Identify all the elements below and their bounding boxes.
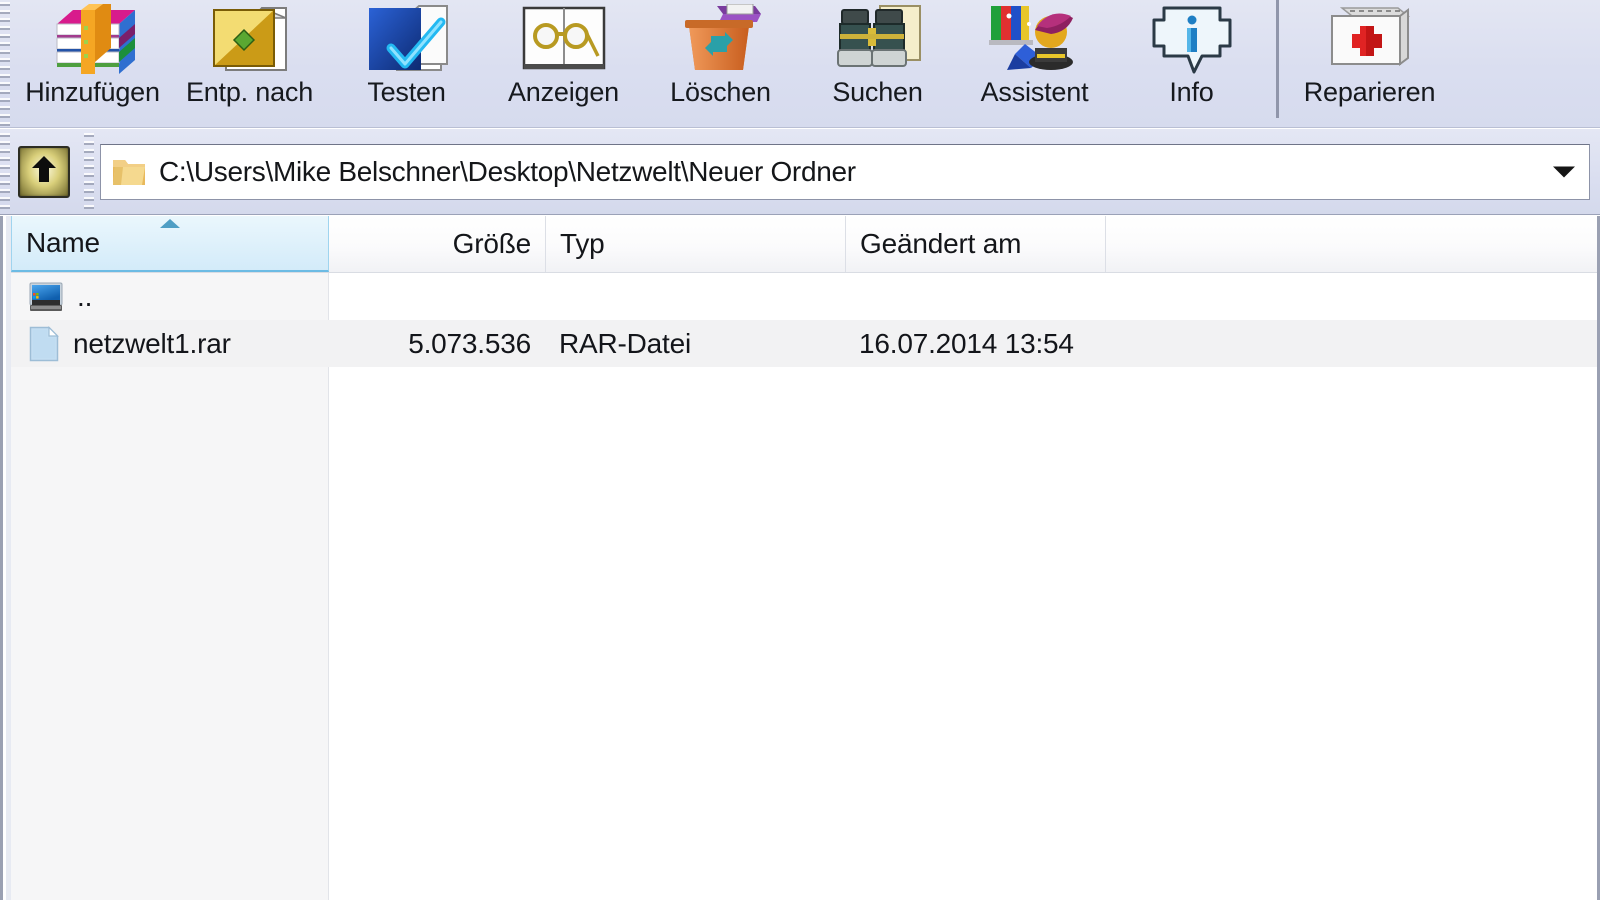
- cell-size: 5.073.536: [408, 327, 531, 359]
- column-header-type[interactable]: Typ: [546, 216, 846, 272]
- address-path-text: C:\Users\Mike Belschner\Desktop\Netzwelt…: [159, 155, 856, 187]
- desktop-parent-folder-icon: [29, 281, 63, 313]
- column-header-modified[interactable]: Geändert am: [846, 216, 1106, 272]
- up-one-level-button[interactable]: [18, 145, 70, 198]
- address-path-combobox[interactable]: C:\Users\Mike Belschner\Desktop\Netzwelt…: [100, 143, 1590, 200]
- toolbar-button-view-label: Anzeigen: [508, 77, 619, 107]
- file-list-rows: .. netzwelt1.rar 5.073.536 RAR-Datei 16.…: [11, 273, 1597, 900]
- toolbar-button-wizard[interactable]: Assistent: [956, 0, 1113, 120]
- folder-icon: [111, 156, 147, 188]
- column-header-size-label: Größe: [452, 228, 532, 259]
- toolbar-button-wizard-label: Assistent: [980, 77, 1089, 107]
- column-header-filler[interactable]: [1106, 216, 1597, 272]
- addressbar-drag-grip-left[interactable]: [0, 132, 10, 211]
- cell-name: netzwelt1.rar: [11, 320, 328, 367]
- toolbar-button-view[interactable]: Anzeigen: [485, 0, 642, 120]
- up-folder-arrow-icon: [27, 152, 61, 191]
- info-balloon-icon: [1142, 3, 1242, 77]
- toolbar-button-find-label: Suchen: [832, 77, 923, 107]
- toolbar-button-add-label: Hinzufügen: [25, 77, 160, 107]
- column-header-type-label: Typ: [560, 228, 605, 259]
- addressbar-drag-grip-right[interactable]: [84, 132, 94, 211]
- address-toolbar: C:\Users\Mike Belschner\Desktop\Netzwelt…: [0, 129, 1600, 215]
- toolbar-drag-grip[interactable]: [0, 2, 10, 126]
- toolbar-button-delete[interactable]: Löschen: [642, 0, 799, 120]
- toolbar-button-extract-to-label: Entp. nach: [185, 77, 314, 107]
- toolbar-button-delete-label: Löschen: [670, 77, 771, 107]
- delete-trash-icon: [671, 3, 771, 77]
- column-header-name[interactable]: Name: [11, 216, 329, 272]
- toolbar-separator: [1276, 0, 1279, 118]
- chevron-down-icon[interactable]: [1553, 166, 1575, 177]
- find-binoculars-icon: [828, 3, 928, 77]
- repair-firstaid-icon: [1320, 3, 1420, 77]
- cell-size: [328, 273, 545, 320]
- table-row[interactable]: ..: [11, 273, 1597, 320]
- toolbar-button-info-label: Info: [1169, 77, 1214, 107]
- file-list-panel: Name Größe Typ Geändert am .. netzwelt1.…: [0, 216, 1600, 900]
- file-document-icon: [29, 325, 59, 362]
- main-toolbar: Hinzufügen Entp. nach Testen Anzeigen Lö…: [0, 0, 1600, 128]
- toolbar-button-add[interactable]: Hinzufügen: [14, 0, 171, 120]
- cell-modified: [845, 273, 1105, 320]
- column-header-size[interactable]: Größe: [329, 216, 546, 272]
- toolbar-button-group: Hinzufügen Entp. nach Testen Anzeigen Lö…: [10, 0, 1448, 124]
- winrar-window: Hinzufügen Entp. nach Testen Anzeigen Lö…: [0, 0, 1600, 900]
- table-row[interactable]: netzwelt1.rar 5.073.536 RAR-Datei 16.07.…: [11, 320, 1597, 367]
- test-archive-icon: [357, 3, 457, 77]
- toolbar-button-find[interactable]: Suchen: [799, 0, 956, 120]
- archive-add-icon: [43, 3, 143, 77]
- toolbar-button-test[interactable]: Testen: [328, 0, 485, 120]
- cell-type: [545, 273, 845, 320]
- cell-name-text: ..: [77, 280, 93, 312]
- extract-to-icon: [200, 3, 300, 77]
- column-header-name-label: Name: [26, 227, 100, 258]
- view-file-icon: [514, 3, 614, 77]
- file-list-header: Name Größe Typ Geändert am: [11, 216, 1597, 273]
- toolbar-button-repair[interactable]: Reparieren: [1291, 0, 1448, 120]
- cell-name-text: netzwelt1.rar: [73, 327, 231, 359]
- cell-type: RAR-Datei: [559, 327, 692, 359]
- column-header-modified-label: Geändert am: [860, 228, 1022, 259]
- wizard-icon: [985, 3, 1085, 77]
- toolbar-button-info[interactable]: Info: [1113, 0, 1270, 120]
- toolbar-button-test-label: Testen: [367, 77, 446, 107]
- cell-modified: 16.07.2014 13:54: [859, 327, 1074, 359]
- cell-name: ..: [11, 273, 328, 320]
- toolbar-button-extract-to[interactable]: Entp. nach: [171, 0, 328, 120]
- toolbar-button-repair-label: Reparieren: [1303, 77, 1436, 107]
- sort-ascending-icon: [160, 219, 180, 228]
